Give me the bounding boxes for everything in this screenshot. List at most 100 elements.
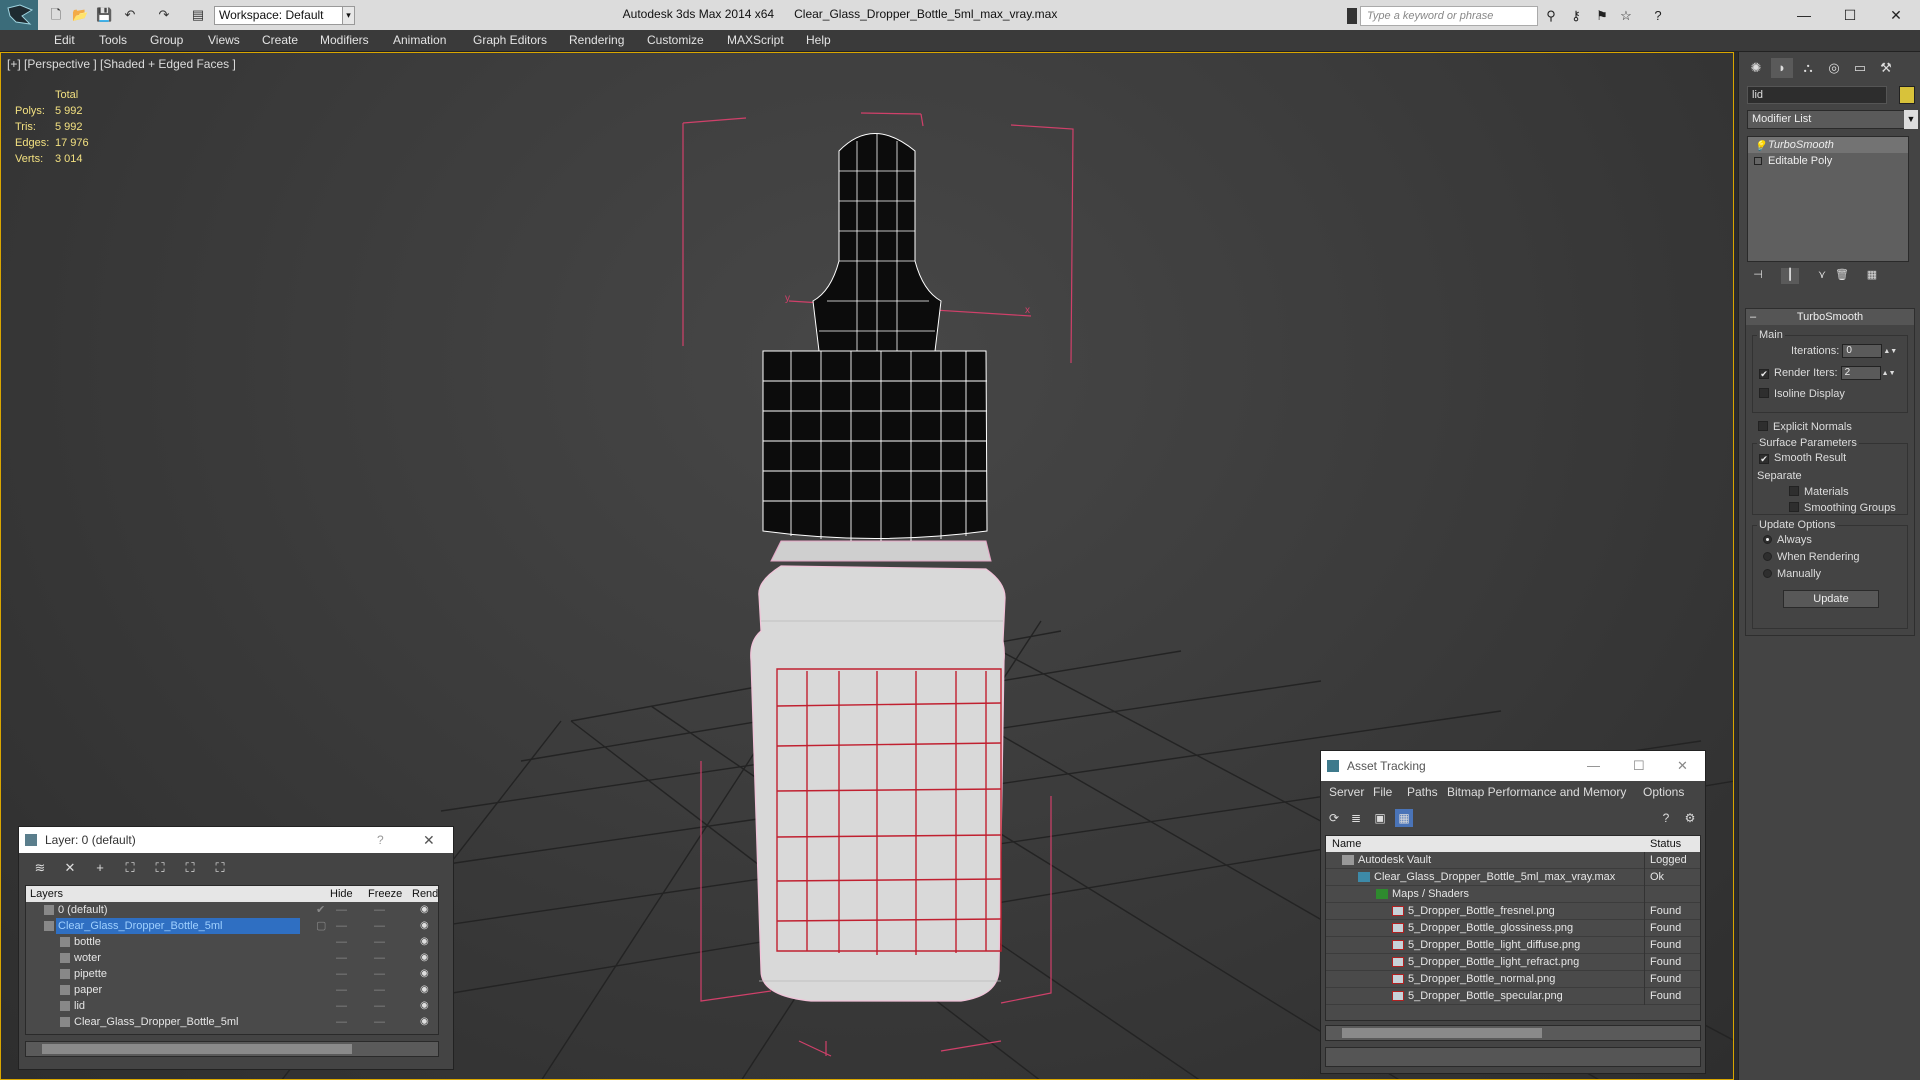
help-icon[interactable]: ? xyxy=(1650,8,1666,24)
asset-row[interactable]: 5_Dropper_Bottle_light_refract.png Found xyxy=(1326,954,1700,971)
menu-server[interactable]: Server xyxy=(1329,785,1364,799)
add-to-layer-icon[interactable]: + xyxy=(91,859,109,877)
utilities-tab-icon[interactable]: ⚒ xyxy=(1875,58,1897,78)
close-button[interactable]: ✕ xyxy=(423,827,435,853)
menu-help[interactable]: Help xyxy=(806,33,831,47)
redo-icon[interactable]: ↷ xyxy=(156,7,172,23)
freeze-all-icon[interactable]: ⛶ xyxy=(211,859,229,877)
menu-rendering[interactable]: Rendering xyxy=(569,33,624,47)
select-objects-icon[interactable]: ⛶ xyxy=(121,859,139,877)
delete-layer-icon[interactable]: ✕ xyxy=(61,859,79,877)
save-icon[interactable]: 💾 xyxy=(96,7,112,23)
layer-row[interactable]: paper — — ◉ xyxy=(26,982,438,998)
pin-stack-icon[interactable]: ⊣ xyxy=(1749,268,1767,284)
hierarchy-tab-icon[interactable]: ⛬ xyxy=(1797,58,1819,78)
viewport-label[interactable]: [+] [Perspective ] [Shaded + Edged Faces… xyxy=(7,57,236,71)
thumbnail-view-icon[interactable]: ▣ xyxy=(1371,809,1389,827)
asset-row[interactable]: Autodesk Vault Logged xyxy=(1326,852,1700,869)
menu-create[interactable]: Create xyxy=(262,33,298,47)
isoline-display-checkbox[interactable] xyxy=(1759,388,1769,398)
rollout-title[interactable]: – TurboSmooth xyxy=(1746,309,1914,325)
scroll-thumb[interactable] xyxy=(1342,1028,1542,1038)
menu-edit[interactable]: Edit xyxy=(54,33,75,47)
menu-graph-editors[interactable]: Graph Editors xyxy=(473,33,547,47)
display-tab-icon[interactable]: ▭ xyxy=(1849,58,1871,78)
render-iters-spinner[interactable]: 2 xyxy=(1840,366,1881,380)
asset-row[interactable]: 5_Dropper_Bottle_glossiness.png Found xyxy=(1326,920,1700,937)
workspace-dropdown[interactable]: Workspace: Default ▾ xyxy=(214,6,354,25)
help-button[interactable]: ? xyxy=(377,827,384,853)
asset-row[interactable]: Maps / Shaders xyxy=(1326,886,1700,903)
layer-row[interactable]: Clear_Glass_Dropper_Bottle_5ml — — ◉ xyxy=(26,1014,438,1030)
star-icon[interactable]: ☆ xyxy=(1618,8,1634,24)
modify-tab-icon[interactable]: ◗ xyxy=(1771,58,1793,78)
layer-row[interactable]: woter — — ◉ xyxy=(26,950,438,966)
menu-bitmap-performance[interactable]: Bitmap Performance and Memory xyxy=(1447,785,1626,799)
manually-radio[interactable] xyxy=(1763,569,1772,578)
new-layer-icon[interactable]: ≋ xyxy=(31,859,49,877)
show-end-result-icon[interactable]: ┃ xyxy=(1781,268,1799,284)
layer-row[interactable]: 0 (default) ✔ — — ◉ xyxy=(26,902,438,918)
maximize-button[interactable]: ☐ xyxy=(1633,751,1645,781)
update-button[interactable]: Update xyxy=(1783,590,1879,608)
object-name-field[interactable]: lid xyxy=(1747,86,1887,104)
asset-tracking-titlebar[interactable]: Asset Tracking — ☐ ✕ xyxy=(1321,751,1705,781)
stack-item-turbosmooth[interactable]: 💡 TurboSmooth xyxy=(1748,137,1908,153)
horizontal-scrollbar[interactable] xyxy=(25,1041,439,1057)
object-color-swatch[interactable] xyxy=(1899,86,1915,104)
menu-animation[interactable]: Animation xyxy=(393,33,446,47)
motion-tab-icon[interactable]: ◎ xyxy=(1823,58,1845,78)
undo-icon[interactable]: ↶ xyxy=(122,7,138,23)
highlight-layer-icon[interactable]: ⛶ xyxy=(151,859,169,877)
smoothing-groups-checkbox[interactable] xyxy=(1789,502,1799,512)
menu-maxscript[interactable]: MAXScript xyxy=(727,33,784,47)
maximize-button[interactable]: ☐ xyxy=(1838,4,1862,26)
app-logo-icon[interactable] xyxy=(0,0,38,30)
key-icon[interactable]: ⚷ xyxy=(1568,8,1584,24)
always-radio[interactable] xyxy=(1763,535,1772,544)
bottle-model[interactable] xyxy=(750,133,1006,1002)
iterations-spinner[interactable]: 0 xyxy=(1842,344,1883,358)
close-button[interactable]: ✕ xyxy=(1677,751,1688,781)
scroll-thumb[interactable] xyxy=(42,1044,352,1054)
render-iters-checkbox[interactable]: ✔ xyxy=(1759,368,1769,379)
when-rendering-radio[interactable] xyxy=(1763,552,1772,561)
modifier-list-dropdown[interactable]: Modifier List ▼ xyxy=(1747,110,1918,129)
make-unique-icon[interactable]: ⋎ xyxy=(1813,268,1831,284)
materials-checkbox[interactable] xyxy=(1789,486,1799,496)
minimize-button[interactable]: — xyxy=(1792,4,1816,26)
layer-row[interactable]: Clear_Glass_Dropper_Bottle_5ml ▢ — — ◉ xyxy=(26,918,438,934)
help-icon[interactable]: ? xyxy=(1657,809,1675,827)
refresh-icon[interactable]: ⟳ xyxy=(1325,809,1343,827)
hide-all-icon[interactable]: ⛶ xyxy=(181,859,199,877)
create-tab-icon[interactable]: ✺ xyxy=(1745,58,1767,78)
layer-row[interactable]: pipette — — ◉ xyxy=(26,966,438,982)
menu-views[interactable]: Views xyxy=(208,33,240,47)
binoculars-icon[interactable]: ⚲ xyxy=(1543,8,1559,24)
remove-modifier-icon[interactable]: 🗑 xyxy=(1833,268,1851,284)
menu-tools[interactable]: Tools xyxy=(99,33,127,47)
layer-row[interactable]: bottle — — ◉ xyxy=(26,934,438,950)
workspace-menu-button[interactable]: ▾ xyxy=(342,6,355,25)
asset-row[interactable]: Clear_Glass_Dropper_Bottle_5ml_max_vray.… xyxy=(1326,869,1700,886)
minimize-button[interactable]: — xyxy=(1587,751,1600,781)
stack-item-editable-poly[interactable]: Editable Poly xyxy=(1748,153,1908,169)
list-view-icon[interactable]: ≣ xyxy=(1347,809,1365,827)
table-view-icon[interactable]: ▦ xyxy=(1395,809,1413,827)
open-file-icon[interactable]: 📂 xyxy=(72,7,88,23)
asset-row[interactable]: 5_Dropper_Bottle_normal.png Found xyxy=(1326,971,1700,988)
new-file-icon[interactable]: 🗋 xyxy=(48,7,64,23)
menu-customize[interactable]: Customize xyxy=(647,33,704,47)
close-button[interactable]: ✕ xyxy=(1884,4,1908,26)
settings-icon[interactable]: ⚙ xyxy=(1681,809,1699,827)
menu-paths[interactable]: Paths xyxy=(1407,785,1438,799)
explicit-normals-checkbox[interactable] xyxy=(1758,421,1768,431)
search-expand-icon[interactable] xyxy=(1347,8,1357,24)
project-folder-icon[interactable]: ▤ xyxy=(190,7,206,23)
asset-row[interactable]: 5_Dropper_Bottle_fresnel.png Found xyxy=(1326,903,1700,920)
layer-dialog-titlebar[interactable]: Layer: 0 (default) ? ✕ xyxy=(19,827,453,853)
layer-row[interactable]: lid — — ◉ xyxy=(26,998,438,1014)
menu-modifiers[interactable]: Modifiers xyxy=(320,33,369,47)
menu-file[interactable]: File xyxy=(1373,785,1392,799)
menu-group[interactable]: Group xyxy=(150,33,183,47)
